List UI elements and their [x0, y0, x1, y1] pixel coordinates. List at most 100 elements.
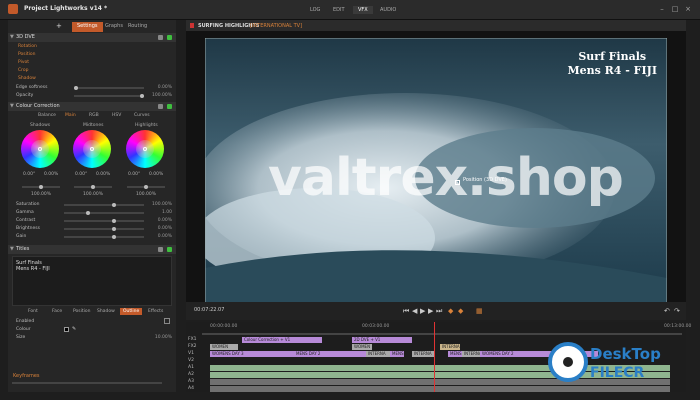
dve-pivot[interactable]: Pivot	[18, 60, 29, 65]
tab-rgb[interactable]: RGB	[89, 113, 99, 118]
tab-font[interactable]: Font	[28, 309, 38, 314]
colour-swatch[interactable]	[64, 327, 69, 332]
midtones-color-wheel[interactable]	[73, 130, 111, 168]
shadows-level-slider[interactable]	[22, 185, 60, 189]
contrast-value[interactable]: 0.00%	[148, 218, 172, 223]
opacity-slider[interactable]	[74, 94, 144, 98]
shadows-sat[interactable]: 0.00%	[44, 172, 58, 177]
gamma-slider[interactable]	[64, 211, 144, 215]
track-a3[interactable]: A3	[188, 379, 194, 384]
step-forward-icon[interactable]: ▶	[428, 307, 433, 315]
tab-settings[interactable]: Settings	[72, 22, 103, 32]
dve-position[interactable]: Position	[18, 52, 36, 57]
brightness-value[interactable]: 0.00%	[148, 226, 172, 231]
dve-rotation[interactable]: Rotation	[18, 44, 37, 49]
highlights-color-wheel[interactable]	[126, 130, 164, 168]
enable-icon[interactable]	[167, 35, 172, 40]
clip-interna[interactable]: INTERNA	[440, 344, 460, 350]
eyedropper-icon[interactable]: ✎	[72, 326, 76, 332]
clip-interna-2[interactable]: INTERNA	[366, 351, 390, 357]
tab-balance[interactable]: Balance	[38, 113, 56, 118]
highlights-level-slider[interactable]	[127, 185, 165, 189]
clip-mens-day-2-v1[interactable]: MENS DAY 2	[294, 351, 366, 357]
add-button[interactable]: +	[56, 22, 62, 30]
track-a4[interactable]: A4	[188, 386, 194, 391]
section-colour-correction[interactable]: ▼ Colour Correction	[8, 102, 176, 111]
clip-interna-3[interactable]: INTERNA	[412, 351, 434, 357]
enable-icon[interactable]	[167, 104, 172, 109]
edge-softness-value[interactable]: 0.00%	[148, 85, 172, 90]
slider-knob[interactable]	[112, 235, 116, 239]
tab-audio[interactable]: AUDIO	[380, 7, 396, 13]
size-value[interactable]: 10.00%	[148, 335, 172, 340]
saturation-value[interactable]: 100.00%	[148, 202, 172, 207]
enabled-checkbox[interactable]	[164, 318, 170, 324]
slider-knob[interactable]	[91, 185, 95, 189]
tab-routing[interactable]: Routing	[123, 22, 152, 32]
go-to-end-icon[interactable]: ⏭	[436, 307, 442, 316]
brightness-slider[interactable]	[64, 227, 144, 231]
tab-hsv[interactable]: HSV	[112, 113, 121, 118]
shadows-color-wheel[interactable]	[21, 130, 59, 168]
section-titles[interactable]: ▼ Titles	[8, 245, 176, 254]
slider-knob[interactable]	[112, 203, 116, 207]
go-to-start-icon[interactable]: ⏮	[403, 307, 409, 316]
dve-crop[interactable]: Crop	[18, 68, 29, 73]
slider-knob[interactable]	[39, 185, 43, 189]
clip-women-2[interactable]: WOMEN	[352, 344, 372, 350]
keyframe-scrubber[interactable]	[12, 382, 162, 384]
tab-edit[interactable]: EDIT	[333, 7, 345, 13]
gain-slider[interactable]	[64, 235, 144, 239]
audio-clip-a4[interactable]	[210, 386, 670, 392]
track-a2[interactable]: A2	[188, 372, 194, 377]
slider-knob[interactable]	[74, 86, 78, 90]
track-fx2[interactable]: FX2	[188, 344, 197, 349]
opacity-value[interactable]: 100.00%	[148, 93, 172, 98]
clip-colour-correction[interactable]: Colour Correction + V1	[242, 337, 322, 343]
playhead[interactable]	[434, 322, 435, 392]
play-icon[interactable]: ▶	[420, 307, 425, 315]
contrast-slider[interactable]	[64, 219, 144, 223]
saturation-slider[interactable]	[64, 203, 144, 207]
tab-outline[interactable]: Outline	[120, 308, 143, 315]
close-icon[interactable]: ×	[684, 5, 692, 13]
undo-icon[interactable]: ↶	[664, 307, 670, 315]
track-v2[interactable]: V2	[188, 358, 194, 363]
minimize-icon[interactable]: –	[658, 5, 666, 13]
clip-interna-4[interactable]: INTERNA	[462, 351, 480, 357]
pin-icon[interactable]	[158, 35, 163, 40]
midtones-hue[interactable]: 0.00°	[75, 172, 87, 177]
track-a1[interactable]: A1	[188, 365, 194, 370]
slider-knob[interactable]	[112, 227, 116, 231]
slider-knob[interactable]	[140, 94, 144, 98]
highlights-sat[interactable]: 0.00%	[149, 172, 163, 177]
mark-in-icon[interactable]: ◆	[448, 307, 453, 315]
slider-knob[interactable]	[144, 185, 148, 189]
track-fx1[interactable]: FX1	[188, 337, 197, 342]
track-v1[interactable]: V1	[188, 351, 194, 356]
title-text-editor[interactable]: Surf Finals Mens R4 - FIJI	[12, 256, 172, 306]
highlights-hue[interactable]: 0.00°	[128, 172, 140, 177]
redo-icon[interactable]: ↷	[674, 307, 680, 315]
tab-effects[interactable]: Effects	[148, 309, 163, 314]
highlights-level[interactable]: 100.00%	[136, 192, 156, 197]
midtones-level[interactable]: 100.00%	[83, 192, 103, 197]
slider-knob[interactable]	[112, 219, 116, 223]
clip-mens-2[interactable]: MENS	[448, 351, 462, 357]
shadows-level[interactable]: 100.00%	[31, 192, 51, 197]
gamma-value[interactable]: 1.00	[148, 210, 172, 215]
clip-2d-dve[interactable]: 2D DVE + V1	[352, 337, 412, 343]
tab-main[interactable]: Main	[65, 113, 76, 118]
midtones-sat[interactable]: 0.00%	[96, 172, 110, 177]
timecode[interactable]: 00:07:22.07	[194, 307, 224, 313]
clip-womens-day-3[interactable]: WOMENS DAY 3	[210, 351, 294, 357]
gain-value[interactable]: 0.00%	[148, 234, 172, 239]
step-back-icon[interactable]: ◀	[412, 307, 417, 315]
clip-women[interactable]: WOMEN	[210, 344, 238, 350]
midtones-level-slider[interactable]	[74, 185, 112, 189]
tab-vfx[interactable]: VFX	[353, 6, 373, 14]
clip-mens[interactable]: MENS	[390, 351, 404, 357]
maximize-icon[interactable]: □	[671, 5, 679, 13]
layout-icon[interactable]: ▦	[476, 307, 483, 315]
tab-shadow[interactable]: Shadow	[97, 309, 115, 314]
